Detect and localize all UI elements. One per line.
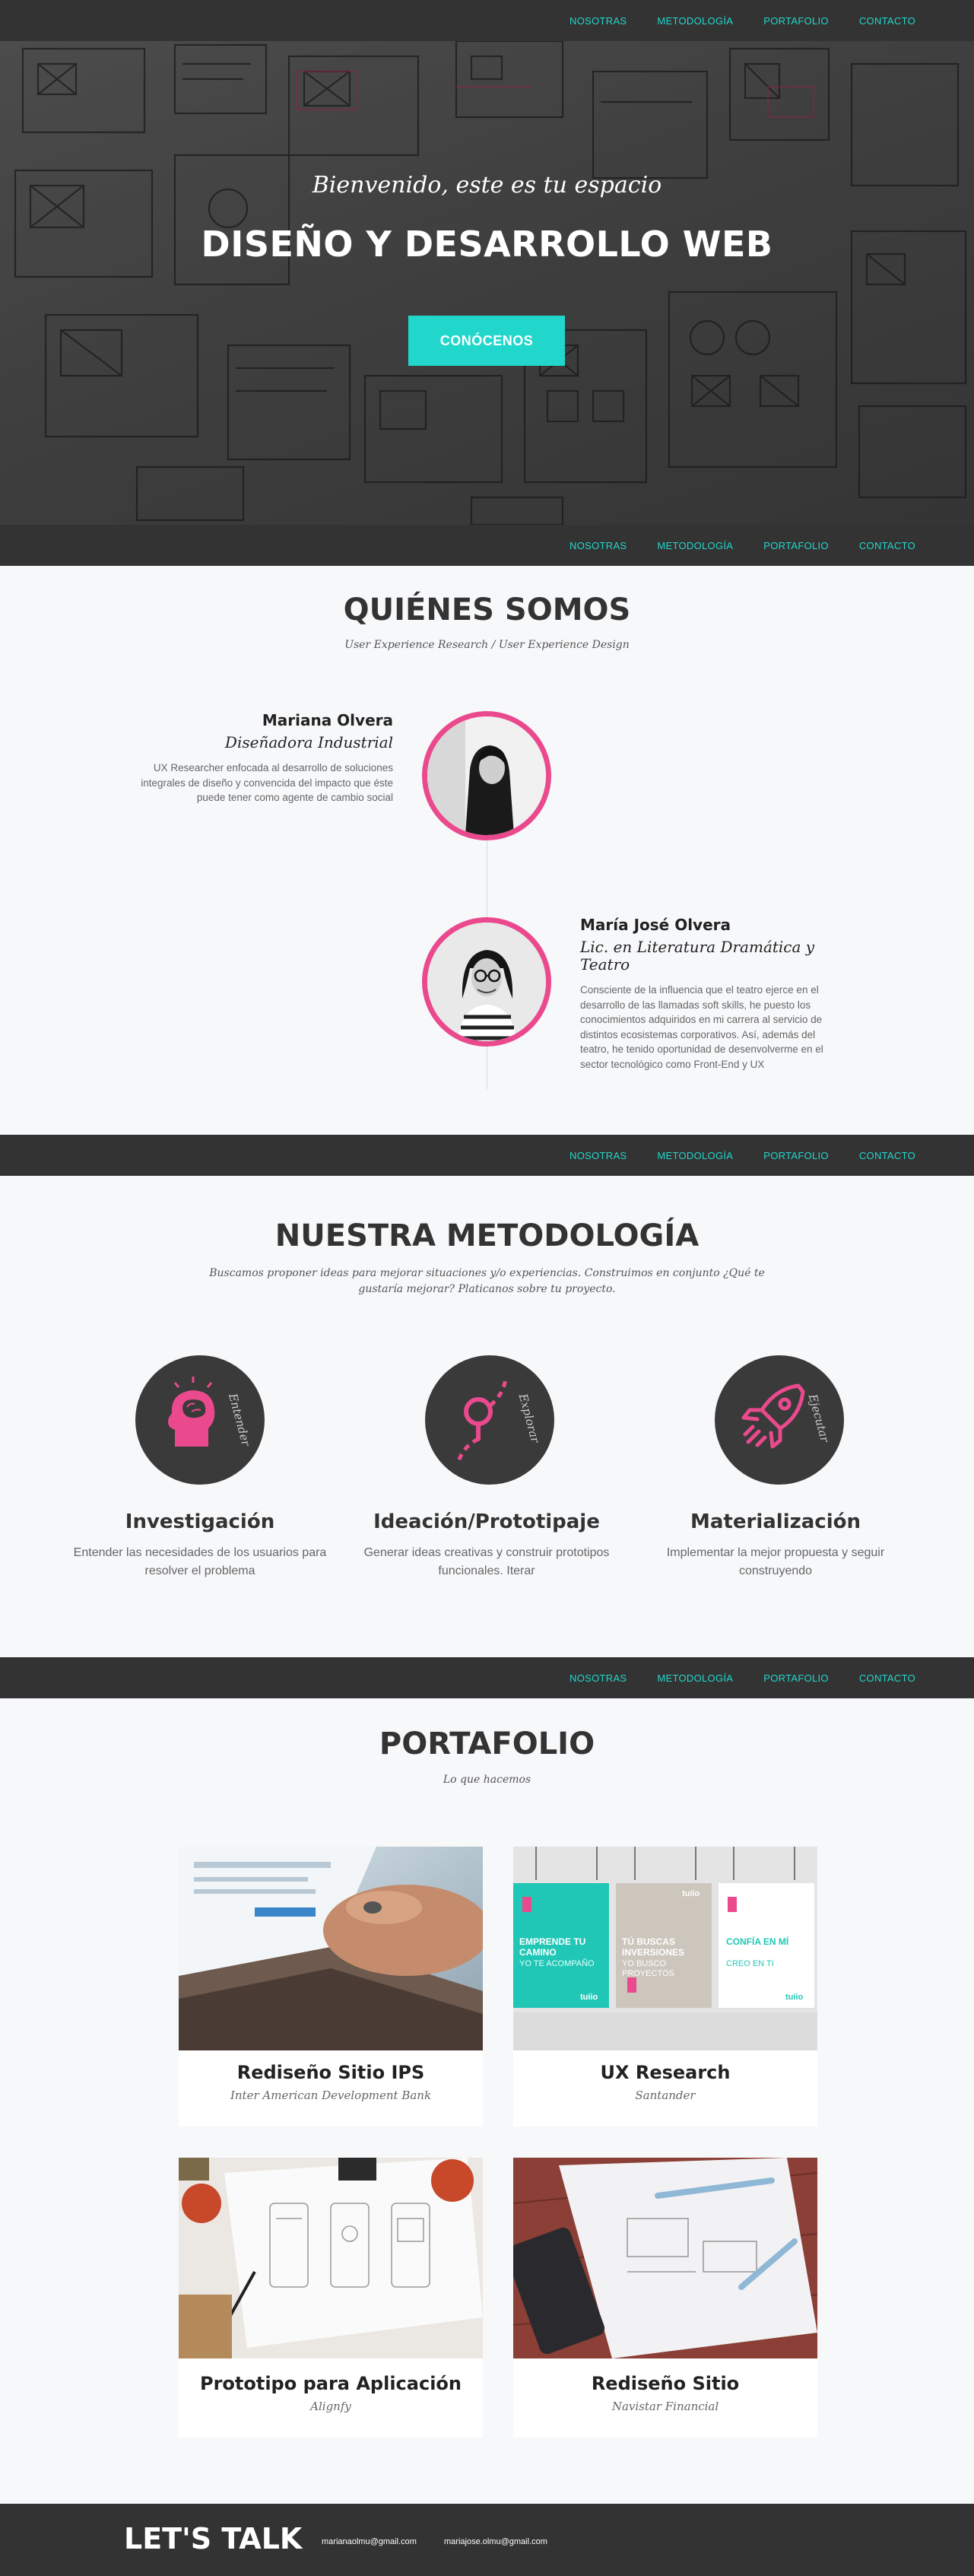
project-client: Santander xyxy=(635,2088,696,2102)
step-badge: Explorar xyxy=(516,1391,542,1444)
nav-link-nosotras[interactable]: NOSOTRAS xyxy=(569,1672,627,1684)
nav-link-nosotras[interactable]: NOSOTRAS xyxy=(569,15,627,27)
brain-head-icon: Entender xyxy=(135,1355,265,1485)
hero-subtitle: Bienvenido, este es tu espacio xyxy=(312,172,662,199)
step-description: Implementar la mejor propuesta y seguir … xyxy=(666,1546,885,1577)
step-title: Investigación xyxy=(125,1510,275,1533)
poster-3-head: CONFÍA EN MÍ xyxy=(726,1936,789,1947)
hero-overlay xyxy=(0,41,974,525)
brand-logo-1: tuiio xyxy=(580,1993,598,2002)
project-title: Rediseño Sitio IPS xyxy=(236,2062,425,2083)
brand-logo-3: tuiio xyxy=(785,1993,804,2002)
nav-bar-methodology: NOSOTRAS METODOLOGÍA PORTAFOLIO CONTACTO xyxy=(0,1135,974,1176)
step-badge: Ejecutar xyxy=(806,1392,833,1444)
nav-link-contacto[interactable]: CONTACTO xyxy=(859,1672,915,1684)
step-description: Entender las necesidades de los usuarios… xyxy=(73,1546,327,1577)
project-title: Prototipo para Aplicación xyxy=(199,2373,462,2394)
nav-link-nosotras[interactable]: NOSOTRAS xyxy=(569,1150,627,1161)
brand-logo-2: tuiio xyxy=(682,1889,700,1898)
nav-link-contacto[interactable]: CONTACTO xyxy=(859,15,915,27)
project-title: Rediseño Sitio xyxy=(591,2373,740,2394)
project-image-wireframes xyxy=(179,2158,483,2358)
nav-bar-portfolio: NOSOTRAS METODOLOGÍA PORTAFOLIO CONTACTO xyxy=(0,1657,974,1698)
nav-link-metodologia[interactable]: METODOLOGÍA xyxy=(657,540,733,551)
top-navbar: NOSOTRAS METODOLOGÍA PORTAFOLIO CONTACTO xyxy=(0,0,974,41)
poster-1-body: YO TE ACOMPAÑO xyxy=(519,1959,595,1968)
hero-section: Bienvenido, este es tu espacio DISEÑO Y … xyxy=(0,41,974,525)
project-client: Inter American Development Bank xyxy=(230,2088,432,2102)
portfolio-title: PORTAFOLIO xyxy=(379,1726,595,1761)
step-title: Ideación/Prototipaje xyxy=(373,1510,600,1533)
poster-2-head: TÚ BUSCAS INVERSIONES xyxy=(622,1936,685,1958)
poster-3-body: CREO EN TI xyxy=(726,1959,774,1968)
step-description: Generar ideas creativas y construir prot… xyxy=(363,1546,610,1577)
nav-link-contacto[interactable]: CONTACTO xyxy=(859,540,915,551)
nav-link-metodologia[interactable]: METODOLOGÍA xyxy=(657,1150,733,1161)
methodology-title: NUESTRA METODOLOGÍA xyxy=(274,1218,700,1253)
nav-bar-about: NOSOTRAS METODOLOGÍA PORTAFOLIO CONTACTO xyxy=(0,525,974,566)
nav-link-portafolio[interactable]: PORTAFOLIO xyxy=(763,15,829,27)
hero-title: DISEÑO Y DESARROLLO WEB xyxy=(201,224,773,265)
footer: LET'S TALK marianaolmu@gmail.com mariajo… xyxy=(0,2504,974,2576)
poster-1-head: EMPRENDE TU CAMINO xyxy=(519,1936,586,1958)
nav-link-metodologia[interactable]: METODOLOGÍA xyxy=(657,15,733,27)
step-badge: Entender xyxy=(226,1391,253,1448)
project-client: Navistar Financial xyxy=(611,2400,719,2413)
person-role: Lic. en Literatura Dramática y Teatro xyxy=(580,938,815,974)
person-description: UX Researcher enfocada al desarrollo de … xyxy=(141,762,393,803)
email-link[interactable]: mariajose.olmu@gmail.com xyxy=(444,2537,547,2546)
project-client: Alignfy xyxy=(310,2400,351,2413)
avatar xyxy=(422,711,551,840)
about-title: QUIÉNES SOMOS xyxy=(343,592,631,627)
project-card[interactable]: Prototipo para Aplicación Alignfy xyxy=(179,2158,483,2438)
methodology-subtitle: Buscamos proponer ideas para mejorar sit… xyxy=(209,1267,765,1295)
about-subtitle: User Experience Research / User Experien… xyxy=(344,639,630,651)
nav-link-nosotras[interactable]: NOSOTRAS xyxy=(569,540,627,551)
person-name: Mariana Olvera xyxy=(262,711,393,729)
nav-link-portafolio[interactable]: PORTAFOLIO xyxy=(763,1672,829,1684)
magnifier-path-icon: Explorar xyxy=(425,1355,554,1485)
person-role: Diseñadora Industrial xyxy=(224,733,393,751)
step-title: Materialización xyxy=(690,1510,861,1533)
project-image-laptop xyxy=(179,1847,483,2050)
rocket-icon: Ejecutar xyxy=(715,1355,844,1485)
email-link[interactable]: marianaolmu@gmail.com xyxy=(322,2537,417,2546)
project-image-posters: EMPRENDE TU CAMINO YO TE ACOMPAÑO TÚ BUS… xyxy=(513,1847,817,2050)
person-description: Consciente de la influencia que el teatr… xyxy=(580,984,823,1070)
project-card[interactable]: Rediseño Sitio IPS Inter American Develo… xyxy=(179,1847,483,2127)
project-card[interactable]: Rediseño Sitio Navistar Financial xyxy=(513,2158,817,2438)
avatar xyxy=(422,917,551,1047)
nav-link-portafolio[interactable]: PORTAFOLIO xyxy=(763,1150,829,1161)
conocenos-button[interactable]: CONÓCENOS xyxy=(408,316,565,366)
poster-2-body: YO BUSCO PROYECTOS xyxy=(622,1959,674,1978)
nav-link-contacto[interactable]: CONTACTO xyxy=(859,1150,915,1161)
project-card[interactable]: EMPRENDE TU CAMINO YO TE ACOMPAÑO TÚ BUS… xyxy=(513,1847,817,2127)
project-title: UX Research xyxy=(600,2062,731,2083)
portfolio-subtitle: Lo que hacemos xyxy=(443,1774,531,1786)
footer-title: LET'S TALK xyxy=(124,2522,303,2555)
project-image-notebook xyxy=(513,2158,817,2358)
nav-link-portafolio[interactable]: PORTAFOLIO xyxy=(763,540,829,551)
person-name: María José Olvera xyxy=(580,916,731,934)
nav-link-metodologia[interactable]: METODOLOGÍA xyxy=(657,1672,733,1684)
